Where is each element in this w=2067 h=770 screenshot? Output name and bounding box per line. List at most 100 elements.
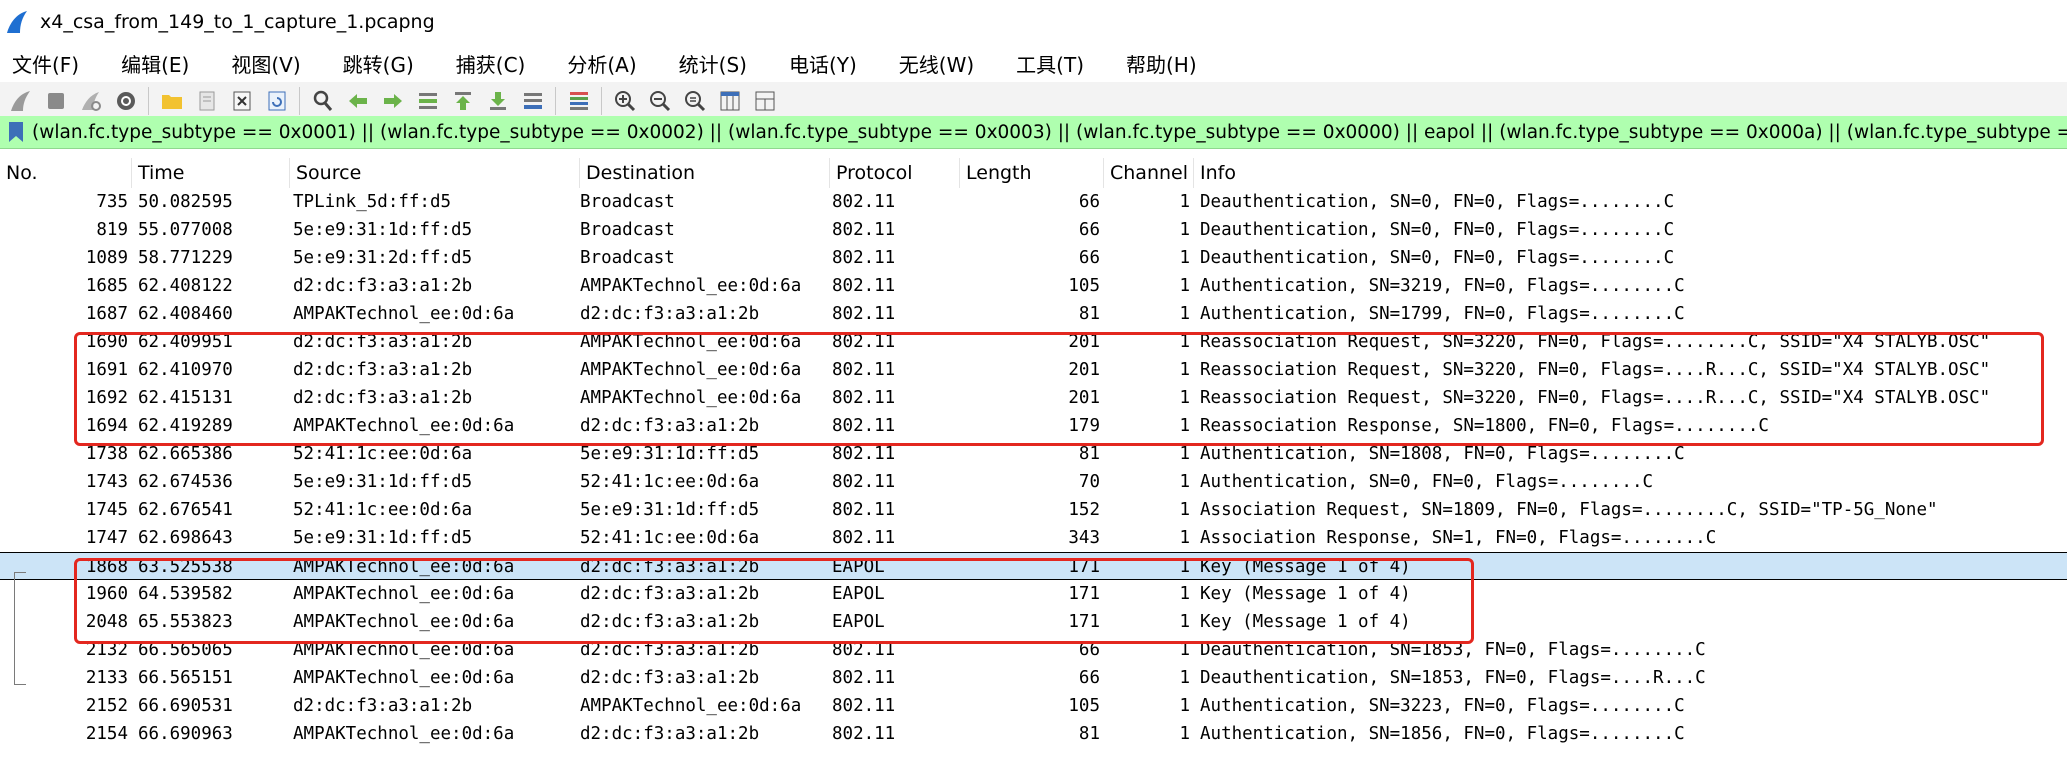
packet-channel: 1 bbox=[1179, 304, 1190, 324]
menu-statistics[interactable]: 统计(S) bbox=[679, 49, 747, 78]
bookmark-icon[interactable] bbox=[8, 121, 24, 143]
table-row[interactable]: 2133 66.565151 AMPAKTechnol_ee:0d:6a d2:dc:… bbox=[0, 664, 2067, 692]
go-to-packet-icon[interactable] bbox=[414, 87, 442, 115]
table-row[interactable]: 2048 65.553823 AMPAKTechnol_ee:0d:6a d2:dc:… bbox=[0, 608, 2067, 636]
table-row[interactable]: 1745 62.676541 52:41:1c:ee:0d:6a 5e:e9:31:1… bbox=[0, 496, 2067, 524]
find-icon[interactable] bbox=[309, 87, 337, 115]
packet-time: 62.698643 bbox=[138, 528, 233, 548]
stop-icon[interactable] bbox=[42, 87, 70, 115]
go-forward-icon[interactable] bbox=[379, 87, 407, 115]
packet-protocol: EAPOL bbox=[832, 557, 885, 577]
table-row[interactable]: 1747 62.698643 5e:e9:31:1d:ff:d5 52:41:1c:e… bbox=[0, 524, 2067, 552]
menu-edit[interactable]: 编辑(E) bbox=[121, 49, 189, 78]
toolbar-separator bbox=[555, 87, 556, 115]
packet-channel: 1 bbox=[1179, 248, 1190, 268]
menu-help[interactable]: 帮助(H) bbox=[1126, 49, 1197, 78]
table-row[interactable]: 1960 64.539582 AMPAKTechnol_ee:0d:6a d2:dc:… bbox=[0, 580, 2067, 608]
table-row[interactable]: 1685 62.408122 d2:dc:f3:a3:a1:2b AMPAKTechn… bbox=[0, 272, 2067, 300]
packet-info: Deauthentication, SN=1853, FN=0, Flags=.… bbox=[1200, 640, 1706, 660]
table-row[interactable]: 1692 62.415131 d2:dc:f3:a3:a1:2b AMPAKTechn… bbox=[0, 384, 2067, 412]
shark-fin-start-icon[interactable] bbox=[7, 87, 35, 115]
packet-source: AMPAKTechnol_ee:0d:6a bbox=[293, 304, 515, 324]
menu-tools[interactable]: 工具(T) bbox=[1016, 49, 1084, 78]
table-row[interactable]: 1691 62.410970 d2:dc:f3:a3:a1:2b AMPAKTechn… bbox=[0, 356, 2067, 384]
column-destination[interactable]: Destination bbox=[580, 158, 830, 188]
go-first-icon[interactable] bbox=[449, 87, 477, 115]
table-row[interactable]: 1738 62.665386 52:41:1c:ee:0d:6a 5e:e9:31:1… bbox=[0, 440, 2067, 468]
packet-time: 63.525538 bbox=[138, 557, 233, 577]
packet-destination: Broadcast bbox=[580, 248, 675, 268]
autoscroll-icon[interactable] bbox=[519, 87, 547, 115]
go-back-icon[interactable] bbox=[344, 87, 372, 115]
table-row[interactable]: 1687 62.408460 AMPAKTechnol_ee:0d:6a d2:dc:… bbox=[0, 300, 2067, 328]
go-last-icon[interactable] bbox=[484, 87, 512, 115]
table-row[interactable]: 819 55.077008 5e:e9:31:1d:ff:d5 Broadcast 80… bbox=[0, 216, 2067, 244]
column-info[interactable]: Info bbox=[1194, 158, 2067, 188]
column-time[interactable]: Time bbox=[132, 158, 290, 188]
reload-icon[interactable] bbox=[263, 87, 291, 115]
display-filter-input[interactable]: (wlan.fc.type_subtype == 0x0001) || (wla… bbox=[32, 122, 2067, 143]
file-set-icon[interactable] bbox=[193, 87, 221, 115]
packet-length: 201 bbox=[1068, 332, 1100, 352]
packet-time: 66.565065 bbox=[138, 640, 233, 660]
menu-capture[interactable]: 捕获(C) bbox=[456, 49, 526, 78]
table-row[interactable]: 735 50.082595 TPLink_5d:ff:d5 Broadcast 802.… bbox=[0, 188, 2067, 216]
packet-length: 343 bbox=[1068, 528, 1100, 548]
wireshark-fin-icon bbox=[7, 11, 27, 33]
resize-columns-icon[interactable] bbox=[716, 87, 744, 115]
table-row[interactable]: 2152 66.690531 d2:dc:f3:a3:a1:2b AMPAKTechn… bbox=[0, 692, 2067, 720]
colorize-icon[interactable] bbox=[565, 87, 593, 115]
packet-no: 1692 bbox=[85, 388, 128, 408]
table-row[interactable]: 1743 62.674536 5e:e9:31:1d:ff:d5 52:41:1c:e… bbox=[0, 468, 2067, 496]
packet-time: 64.539582 bbox=[138, 584, 233, 604]
table-row[interactable]: 1089 58.771229 5e:e9:31:2d:ff:d5 Broadcast 8… bbox=[0, 244, 2067, 272]
menu-bar: 文件(F) 编辑(E) 视图(V) 跳转(G) 捕获(C) 分析(A) 统计(S… bbox=[0, 44, 2067, 82]
packet-info: Reassociation Request, SN=3220, FN=0, Fl… bbox=[1200, 360, 1991, 380]
packet-channel: 1 bbox=[1179, 332, 1190, 352]
packet-channel: 1 bbox=[1179, 668, 1190, 688]
packet-no: 1694 bbox=[85, 416, 128, 436]
table-row[interactable]: 2132 66.565065 AMPAKTechnol_ee:0d:6a d2:dc:… bbox=[0, 636, 2067, 664]
packet-destination: d2:dc:f3:a3:a1:2b bbox=[580, 724, 760, 744]
menu-analyze[interactable]: 分析(A) bbox=[567, 49, 636, 78]
menu-file[interactable]: 文件(F) bbox=[12, 49, 79, 78]
packet-no: 735 bbox=[96, 192, 128, 212]
restart-icon[interactable] bbox=[77, 87, 105, 115]
packet-info: Authentication, SN=3219, FN=0, Flags=...… bbox=[1200, 276, 1685, 296]
menu-wireless[interactable]: 无线(W) bbox=[899, 49, 974, 78]
column-protocol[interactable]: Protocol bbox=[830, 158, 960, 188]
column-no[interactable]: No. bbox=[0, 158, 132, 188]
close-file-icon[interactable] bbox=[228, 87, 256, 115]
packet-time: 62.674536 bbox=[138, 472, 233, 492]
column-source[interactable]: Source bbox=[290, 158, 580, 188]
packet-protocol: 802.11 bbox=[832, 276, 896, 296]
packet-protocol: 802.11 bbox=[832, 220, 896, 240]
table-row[interactable]: 1690 62.409951 d2:dc:f3:a3:a1:2b AMPAKTechn… bbox=[0, 328, 2067, 356]
open-folder-icon[interactable] bbox=[158, 87, 186, 115]
packet-time: 62.665386 bbox=[138, 444, 233, 464]
menu-view[interactable]: 视图(V) bbox=[231, 49, 300, 78]
packet-info: Authentication, SN=3223, FN=0, Flags=...… bbox=[1200, 696, 1685, 716]
packet-source: AMPAKTechnol_ee:0d:6a bbox=[293, 416, 515, 436]
packet-channel: 1 bbox=[1179, 472, 1190, 492]
table-row-selected[interactable]: 1868 63.525538 AMPAKTechnol_ee:0d:6a d2:dc:… bbox=[0, 552, 2067, 580]
display-filter-bar[interactable]: (wlan.fc.type_subtype == 0x0001) || (wla… bbox=[0, 116, 2067, 149]
packet-destination: 52:41:1c:ee:0d:6a bbox=[580, 472, 760, 492]
menu-telephony[interactable]: 电话(Y) bbox=[789, 49, 857, 78]
packet-info: Deauthentication, SN=0, FN=0, Flags=....… bbox=[1200, 220, 1675, 240]
packet-source: d2:dc:f3:a3:a1:2b bbox=[293, 332, 473, 352]
column-channel[interactable]: Channel bbox=[1104, 158, 1194, 188]
options-gear-icon[interactable] bbox=[112, 87, 140, 115]
packet-protocol: 802.11 bbox=[832, 528, 896, 548]
layout-icon[interactable] bbox=[751, 87, 779, 115]
table-row[interactable]: 2154 66.690963 AMPAKTechnol_ee:0d:6a d2:dc:… bbox=[0, 720, 2067, 748]
zoom-out-icon[interactable] bbox=[646, 87, 674, 115]
packet-channel: 1 bbox=[1179, 724, 1190, 744]
packet-destination: 5e:e9:31:1d:ff:d5 bbox=[580, 444, 760, 464]
packet-protocol: 802.11 bbox=[832, 724, 896, 744]
column-length[interactable]: Length bbox=[960, 158, 1104, 188]
zoom-normal-icon[interactable] bbox=[681, 87, 709, 115]
table-row[interactable]: 1694 62.419289 AMPAKTechnol_ee:0d:6a d2:dc:… bbox=[0, 412, 2067, 440]
menu-go[interactable]: 跳转(G) bbox=[343, 49, 414, 78]
zoom-in-icon[interactable] bbox=[611, 87, 639, 115]
